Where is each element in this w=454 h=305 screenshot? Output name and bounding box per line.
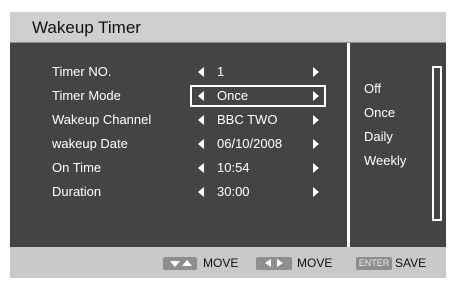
setting-row-timer-no[interactable]: Timer NO. 1: [10, 62, 347, 82]
setting-label: Duration: [52, 184, 102, 199]
setting-row-wakeup-date[interactable]: wakeup Date 06/10/2008: [10, 134, 347, 154]
options-scrollbar[interactable]: [432, 66, 442, 221]
option-daily[interactable]: Daily: [364, 129, 393, 144]
move-horizontal-label: MOVE: [297, 256, 333, 270]
key-hint-bar: MOVE MOVE ENTER SAVE: [10, 247, 446, 278]
triangle-left-icon[interactable]: [198, 67, 204, 77]
selection-highlight: [190, 85, 326, 107]
triangle-left-icon[interactable]: [198, 91, 204, 101]
save-label: SAVE: [395, 256, 427, 270]
setting-row-on-time[interactable]: On Time 10:54: [10, 158, 347, 178]
wakeup-timer-dialog: Wakeup Timer Timer NO. 1 Timer Mode Once…: [10, 12, 446, 278]
setting-label: wakeup Date: [52, 136, 128, 151]
setting-value: 1: [217, 64, 225, 79]
triangle-left-icon[interactable]: [198, 115, 204, 125]
setting-row-duration[interactable]: Duration 30:00: [10, 182, 347, 202]
setting-label: On Time: [52, 160, 102, 175]
page-title: Wakeup Timer: [32, 18, 141, 37]
up-down-arrows-icon: [163, 257, 197, 270]
move-vertical-label: MOVE: [203, 256, 239, 270]
triangle-left-icon[interactable]: [198, 163, 204, 173]
option-once[interactable]: Once: [364, 105, 395, 120]
triangle-right-icon[interactable]: [313, 187, 319, 197]
triangle-right-icon[interactable]: [313, 163, 319, 173]
option-weekly[interactable]: Weekly: [364, 153, 406, 168]
setting-label: Wakeup Channel: [52, 112, 152, 127]
triangle-left-icon[interactable]: [198, 187, 204, 197]
enter-key-icon: ENTER: [356, 257, 392, 270]
setting-label: Timer Mode: [52, 88, 121, 103]
setting-value: 06/10/2008: [217, 136, 283, 151]
setting-value: Once: [217, 88, 249, 103]
triangle-right-icon[interactable]: [313, 67, 319, 77]
option-off[interactable]: Off: [364, 81, 381, 96]
setting-value: 10:54: [217, 160, 250, 175]
triangle-right-icon[interactable]: [313, 115, 319, 125]
screen: Wakeup Timer Timer NO. 1 Timer Mode Once…: [0, 0, 454, 305]
triangle-right-icon[interactable]: [313, 139, 319, 149]
setting-row-wakeup-channel[interactable]: Wakeup Channel BBC TWO: [10, 110, 347, 130]
triangle-right-icon[interactable]: [313, 91, 319, 101]
setting-value: 30:00: [217, 184, 250, 199]
setting-label: Timer NO.: [52, 64, 112, 79]
settings-panel: Timer NO. 1 Timer Mode Once Wakeup Chann…: [10, 43, 347, 247]
setting-value: BBC TWO: [217, 112, 278, 127]
triangle-left-icon[interactable]: [198, 139, 204, 149]
left-right-arrows-icon: [256, 257, 292, 270]
title-bar: Wakeup Timer: [10, 12, 446, 43]
options-list: Off Once Daily Weekly: [350, 43, 446, 247]
setting-row-timer-mode[interactable]: Timer Mode Once: [10, 85, 347, 107]
